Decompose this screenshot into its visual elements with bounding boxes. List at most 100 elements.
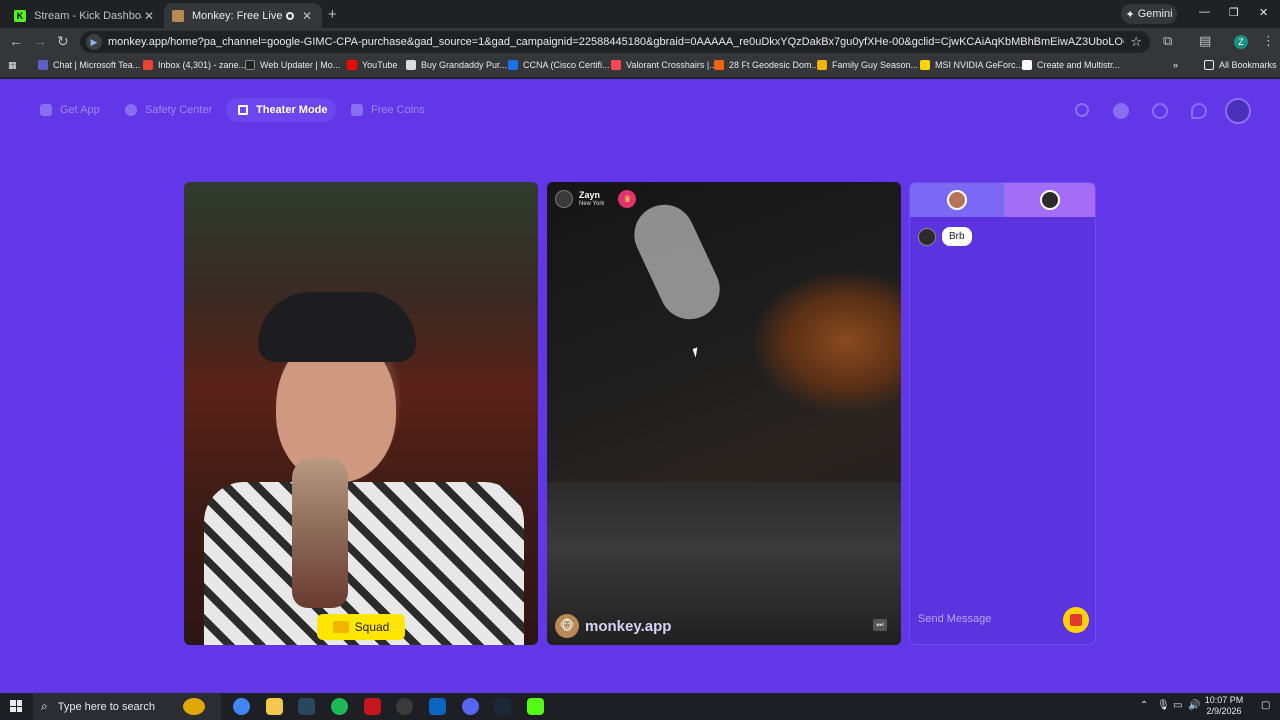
profile-avatar[interactable]: Z	[1234, 35, 1248, 49]
back-icon[interactable]: ←	[9, 33, 23, 49]
tab-strip: K Stream - Kick Dashboard ✕ Monkey: Free…	[0, 0, 1280, 28]
all-bookmarks-button[interactable]: All Bookmarks	[1204, 60, 1277, 70]
theater-mode-button[interactable]: Theater Mode	[226, 98, 336, 122]
close-window-icon[interactable]: ✕	[1259, 6, 1268, 19]
notifications-icon[interactable]: ▢	[1261, 700, 1270, 711]
tab-peer-avatar[interactable]	[1003, 183, 1095, 217]
red-app-icon[interactable]	[364, 698, 381, 715]
bookmarks-overflow-icon[interactable]: »	[1173, 60, 1178, 70]
bookmark-item[interactable]: YouTube	[347, 60, 397, 70]
squad-button[interactable]: Squad	[317, 614, 405, 640]
trello-icon[interactable]	[429, 698, 446, 715]
apps-grid-icon[interactable]: ▦	[8, 60, 17, 71]
peer-name: Zayn	[579, 190, 601, 200]
network-icon[interactable]: ▭	[1173, 700, 1182, 711]
clock-date: 2/9/2026	[1206, 706, 1242, 716]
tab-kick-dashboard[interactable]: K Stream - Kick Dashboard ✕	[6, 3, 164, 28]
spotify-icon[interactable]	[331, 698, 348, 715]
peer-avatar[interactable]	[555, 190, 573, 208]
video-person	[258, 292, 416, 362]
user-avatar[interactable]	[1225, 98, 1251, 124]
chat-message: Brb	[918, 227, 972, 246]
watermark-text: monkey.app	[585, 617, 672, 635]
volume-icon[interactable]: 🔊	[1188, 700, 1200, 711]
sidepanel-icon[interactable]: ▤	[1199, 33, 1211, 49]
get-app-button[interactable]: Get App	[40, 98, 100, 122]
coins-icon	[351, 104, 363, 116]
video-object	[292, 458, 348, 608]
history-clock-icon[interactable]	[1152, 103, 1168, 119]
microphone-icon[interactable]: 🎙	[1157, 700, 1170, 711]
send-message-input[interactable]	[910, 604, 1060, 634]
phone-icon	[40, 104, 52, 116]
forward-icon[interactable]: →	[33, 33, 47, 49]
free-coins-button[interactable]: Free Coins	[351, 98, 425, 122]
taskbar-search-placeholder: Type here to search	[57, 700, 155, 713]
bookmark-item[interactable]: Web Updater | Mo...	[245, 60, 340, 70]
url-text[interactable]: monkey.app/home?pa_channel=google-GIMC-C…	[108, 36, 1124, 48]
bookmark-item[interactable]: Family Guy Season...	[817, 60, 918, 70]
bookmark-label: Buy Grandaddy Pur...	[421, 60, 508, 70]
safety-center-button[interactable]: Safety Center	[125, 98, 212, 122]
skip-next-icon[interactable]: ⏭	[873, 619, 887, 631]
discord-icon[interactable]	[462, 698, 479, 715]
tab-self-avatar[interactable]	[910, 183, 1004, 217]
file-explorer-icon[interactable]	[266, 698, 283, 715]
bookmark-item[interactable]: Inbox (4,301) - zane...	[143, 60, 246, 70]
menu-dots-icon[interactable]: ⋮	[1262, 33, 1275, 49]
tray-overflow-icon[interactable]: ⌃	[1140, 700, 1148, 711]
bookmark-item[interactable]: 28 Ft Geodesic Dom...	[714, 60, 819, 70]
address-bar[interactable]: ▶ monkey.app/home?pa_channel=google-GIMC…	[80, 31, 1150, 53]
gift-icon	[1070, 614, 1082, 626]
chrome-icon[interactable]	[233, 698, 250, 715]
bookmark-item[interactable]: Valorant Crosshairs |...	[611, 60, 717, 70]
search-highlight-icon[interactable]	[183, 698, 205, 715]
shield-icon	[125, 104, 137, 116]
tab-title: Stream - Kick Dashboard	[34, 9, 142, 22]
monkey-favicon-icon	[172, 9, 184, 22]
peer-info: Zayn New York ♛	[555, 190, 637, 208]
bookmark-item[interactable]: CCNA (Cisco Certifi...	[508, 60, 610, 70]
valorant-icon	[611, 60, 621, 70]
windows-start-icon[interactable]	[10, 700, 22, 712]
youtube-icon	[347, 60, 357, 70]
folder-icon	[817, 60, 827, 70]
friends-icon[interactable]	[1113, 103, 1129, 119]
kick-icon[interactable]	[527, 698, 544, 715]
all-bookmarks-label: All Bookmarks	[1219, 60, 1277, 70]
taskbar-clock[interactable]: 10:07 PM 2/9/2026	[1202, 695, 1246, 717]
close-tab-icon[interactable]: ✕	[142, 9, 156, 23]
bookmark-label: Family Guy Season...	[832, 60, 919, 70]
reload-icon[interactable]: ↻	[57, 33, 69, 50]
tab-monkey[interactable]: Monkey: Free Live Video Ch ✕	[164, 3, 322, 28]
messages-icon[interactable]	[1191, 103, 1207, 119]
gift-button[interactable]	[1063, 607, 1089, 633]
minimize-icon[interactable]: —	[1199, 6, 1210, 18]
obs-icon[interactable]	[396, 698, 413, 715]
squad-label: Squad	[354, 620, 390, 634]
gemini-button[interactable]: ✦ Gemini	[1121, 4, 1177, 24]
steam-icon[interactable]	[298, 698, 315, 715]
kick-favicon-icon: K	[14, 9, 26, 22]
bookmark-item[interactable]: Chat | Microsoft Tea...	[38, 60, 140, 70]
tab-title: Monkey: Free Live Video Ch	[192, 9, 286, 22]
new-tab-plus-icon[interactable]: +	[328, 6, 337, 23]
site-info-icon[interactable]: ▶	[86, 34, 102, 50]
self-video: Squad	[184, 182, 538, 645]
steam-icon[interactable]	[494, 698, 511, 715]
peer-video: Zayn New York ♛ 🐵 monkey.app ⏭	[547, 182, 901, 645]
search-icon[interactable]	[1075, 103, 1089, 117]
avatar	[946, 190, 967, 210]
bookmark-star-icon[interactable]: ☆	[1130, 34, 1142, 50]
extensions-icon[interactable]: ⧉	[1163, 33, 1172, 49]
safety-center-label: Safety Center	[145, 104, 213, 116]
folder-icon	[1204, 60, 1214, 70]
bookmark-item[interactable]: Create and Multistr...	[1022, 60, 1120, 70]
monkey-app-page: Get App Safety Center Theater Mode Free …	[0, 79, 1280, 693]
close-tab-icon[interactable]: ✕	[300, 9, 314, 23]
bookmark-item[interactable]: MSI NVIDIA GeForc...	[920, 60, 1023, 70]
restore-icon[interactable]: ❐	[1229, 6, 1239, 19]
bookmark-item[interactable]: Buy Grandaddy Pur...	[406, 60, 507, 70]
etsy-icon	[714, 60, 724, 70]
shop-icon	[406, 60, 416, 70]
